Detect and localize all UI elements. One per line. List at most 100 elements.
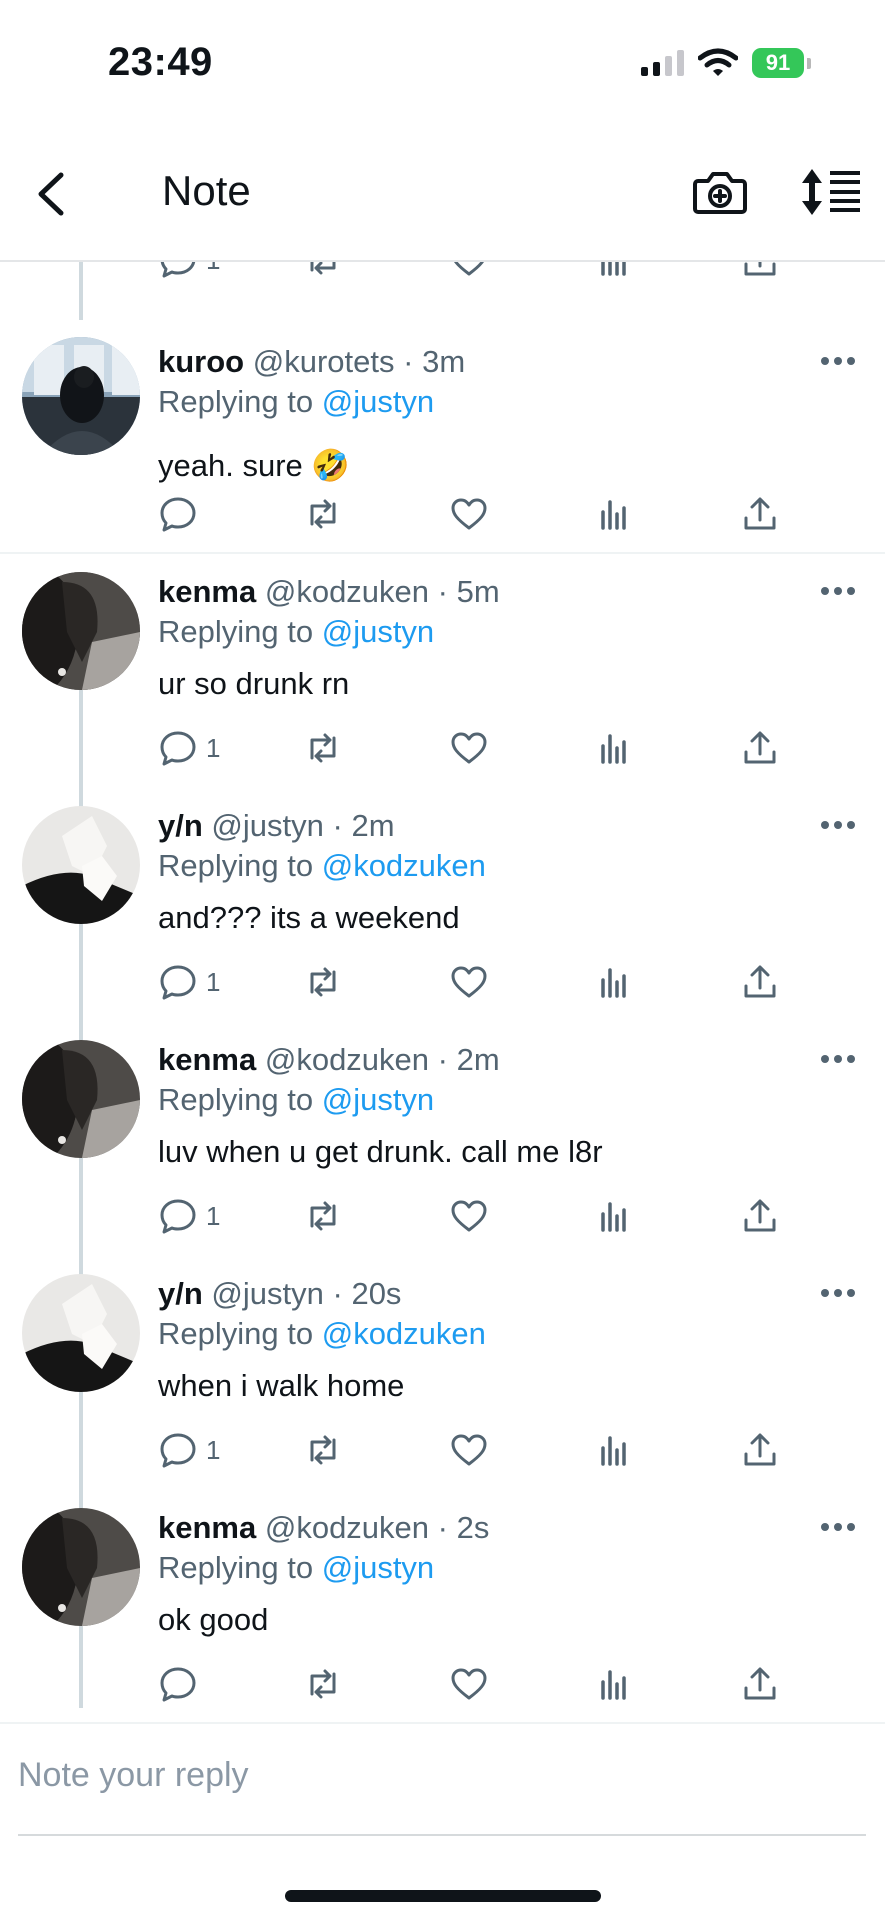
username[interactable]: @justyn bbox=[211, 1276, 323, 1311]
battery-icon: 91 bbox=[752, 48, 811, 78]
heart-icon bbox=[451, 732, 487, 764]
username[interactable]: @kodzuken bbox=[265, 1510, 429, 1545]
more-options-icon[interactable] bbox=[818, 1286, 858, 1300]
separator-dot: · bbox=[403, 344, 414, 379]
tweet-actions bbox=[0, 1664, 885, 1714]
views-action[interactable] bbox=[594, 1196, 634, 1236]
avatar[interactable] bbox=[22, 1040, 140, 1158]
reply-action[interactable]: 1 bbox=[158, 962, 220, 1002]
tweet-header: kenma @kodzuken · 5m bbox=[158, 574, 500, 610]
tweet[interactable]: kenma @kodzuken · 5m Replying to @justyn… bbox=[0, 572, 885, 742]
share-action[interactable] bbox=[740, 262, 780, 280]
like-action[interactable] bbox=[449, 728, 489, 768]
share-action[interactable] bbox=[740, 494, 780, 534]
like-action[interactable] bbox=[449, 1430, 489, 1470]
replying-to-label: Replying to bbox=[158, 614, 314, 649]
reply-icon bbox=[160, 497, 196, 532]
reply-count: 1 bbox=[206, 966, 221, 997]
reply-icon bbox=[160, 1433, 196, 1468]
share-icon bbox=[744, 965, 776, 998]
display-name[interactable]: kuroo bbox=[158, 344, 244, 379]
username[interactable]: @kodzuken bbox=[265, 574, 429, 609]
retweet-icon bbox=[310, 262, 336, 275]
more-options-icon[interactable] bbox=[818, 1520, 858, 1534]
reply-action[interactable]: 1 bbox=[158, 1430, 220, 1470]
tweet-header: y/n @justyn · 2m bbox=[158, 808, 395, 844]
reply-mention[interactable]: @justyn bbox=[322, 384, 434, 419]
retweet-action[interactable] bbox=[303, 262, 343, 280]
reply-mention[interactable]: @justyn bbox=[322, 1082, 434, 1117]
retweet-icon bbox=[310, 1201, 336, 1231]
share-action[interactable] bbox=[740, 728, 780, 768]
more-options-icon[interactable] bbox=[818, 1052, 858, 1066]
avatar[interactable] bbox=[22, 337, 140, 455]
reply-action[interactable] bbox=[158, 494, 206, 534]
timestamp: 2m bbox=[351, 808, 395, 843]
tweet[interactable]: kuroo @kurotets · 3m Replying to @justyn… bbox=[0, 324, 885, 514]
reply-action[interactable]: 1 bbox=[158, 1196, 220, 1236]
more-options-icon[interactable] bbox=[818, 818, 858, 832]
home-indicator[interactable] bbox=[285, 1890, 601, 1902]
like-action[interactable] bbox=[449, 1664, 489, 1704]
reply-action[interactable]: 1 bbox=[158, 262, 220, 280]
tweet-text: ur so drunk rn bbox=[158, 666, 350, 701]
more-options-icon[interactable] bbox=[818, 354, 858, 368]
display-name[interactable]: kenma bbox=[158, 1042, 256, 1077]
retweet-action[interactable] bbox=[303, 728, 343, 768]
display-name[interactable]: kenma bbox=[158, 1510, 256, 1545]
reply-mention[interactable]: @kodzuken bbox=[322, 848, 486, 883]
like-action[interactable] bbox=[449, 1196, 489, 1236]
thread-feed[interactable]: 1 kuroo @kurotets · 3m Replying to @just… bbox=[0, 262, 885, 1722]
retweet-action[interactable] bbox=[303, 1430, 343, 1470]
reply-mention[interactable]: @justyn bbox=[322, 1550, 434, 1585]
sort-icon[interactable] bbox=[800, 167, 862, 217]
separator-dot: · bbox=[332, 1276, 343, 1311]
tweet[interactable]: y/n @justyn · 2m Replying to @kodzuken a… bbox=[0, 806, 885, 976]
more-options-icon[interactable] bbox=[818, 584, 858, 598]
views-action[interactable] bbox=[594, 494, 634, 534]
views-action[interactable] bbox=[594, 962, 634, 1002]
replying-to: Replying to @kodzuken bbox=[158, 1316, 486, 1352]
views-action[interactable] bbox=[594, 262, 634, 280]
avatar[interactable] bbox=[22, 1508, 140, 1626]
username[interactable]: @kodzuken bbox=[265, 1042, 429, 1077]
share-action[interactable] bbox=[740, 1430, 780, 1470]
timestamp: 20s bbox=[351, 1276, 402, 1311]
views-action[interactable] bbox=[594, 728, 634, 768]
views-icon bbox=[601, 1202, 626, 1232]
like-action[interactable] bbox=[449, 494, 489, 534]
tweet[interactable]: kenma @kodzuken · 2s Replying to @justyn… bbox=[0, 1508, 885, 1678]
share-action[interactable] bbox=[740, 962, 780, 1002]
display-name[interactable]: y/n bbox=[158, 808, 203, 843]
reply-mention[interactable]: @justyn bbox=[322, 614, 434, 649]
display-name[interactable]: y/n bbox=[158, 1276, 203, 1311]
username[interactable]: @justyn bbox=[211, 808, 323, 843]
username[interactable]: @kurotets bbox=[253, 344, 395, 379]
avatar[interactable] bbox=[22, 806, 140, 924]
signal-icon bbox=[641, 50, 684, 76]
retweet-action[interactable] bbox=[303, 1196, 343, 1236]
battery-level: 91 bbox=[752, 48, 804, 78]
share-action[interactable] bbox=[740, 1196, 780, 1236]
reply-count: 1 bbox=[206, 1200, 221, 1231]
like-action[interactable] bbox=[449, 962, 489, 1002]
reply-mention[interactable]: @kodzuken bbox=[322, 1316, 486, 1351]
display-name[interactable]: kenma bbox=[158, 574, 256, 609]
avatar[interactable] bbox=[22, 572, 140, 690]
views-action[interactable] bbox=[594, 1664, 634, 1704]
tweet[interactable]: y/n @justyn · 20s Replying to @kodzuken … bbox=[0, 1274, 885, 1444]
like-action[interactable] bbox=[449, 262, 489, 280]
avatar[interactable] bbox=[22, 1274, 140, 1392]
reply-action[interactable] bbox=[158, 1664, 206, 1704]
back-icon[interactable] bbox=[28, 169, 78, 219]
tweet[interactable]: kenma @kodzuken · 2m Replying to @justyn… bbox=[0, 1040, 885, 1210]
retweet-icon bbox=[310, 499, 336, 529]
share-action[interactable] bbox=[740, 1664, 780, 1704]
retweet-action[interactable] bbox=[303, 494, 343, 534]
reply-input[interactable] bbox=[18, 1756, 858, 1795]
reply-action[interactable]: 1 bbox=[158, 728, 220, 768]
views-action[interactable] bbox=[594, 1430, 634, 1470]
camera-icon[interactable] bbox=[692, 167, 748, 217]
retweet-action[interactable] bbox=[303, 1664, 343, 1704]
retweet-action[interactable] bbox=[303, 962, 343, 1002]
